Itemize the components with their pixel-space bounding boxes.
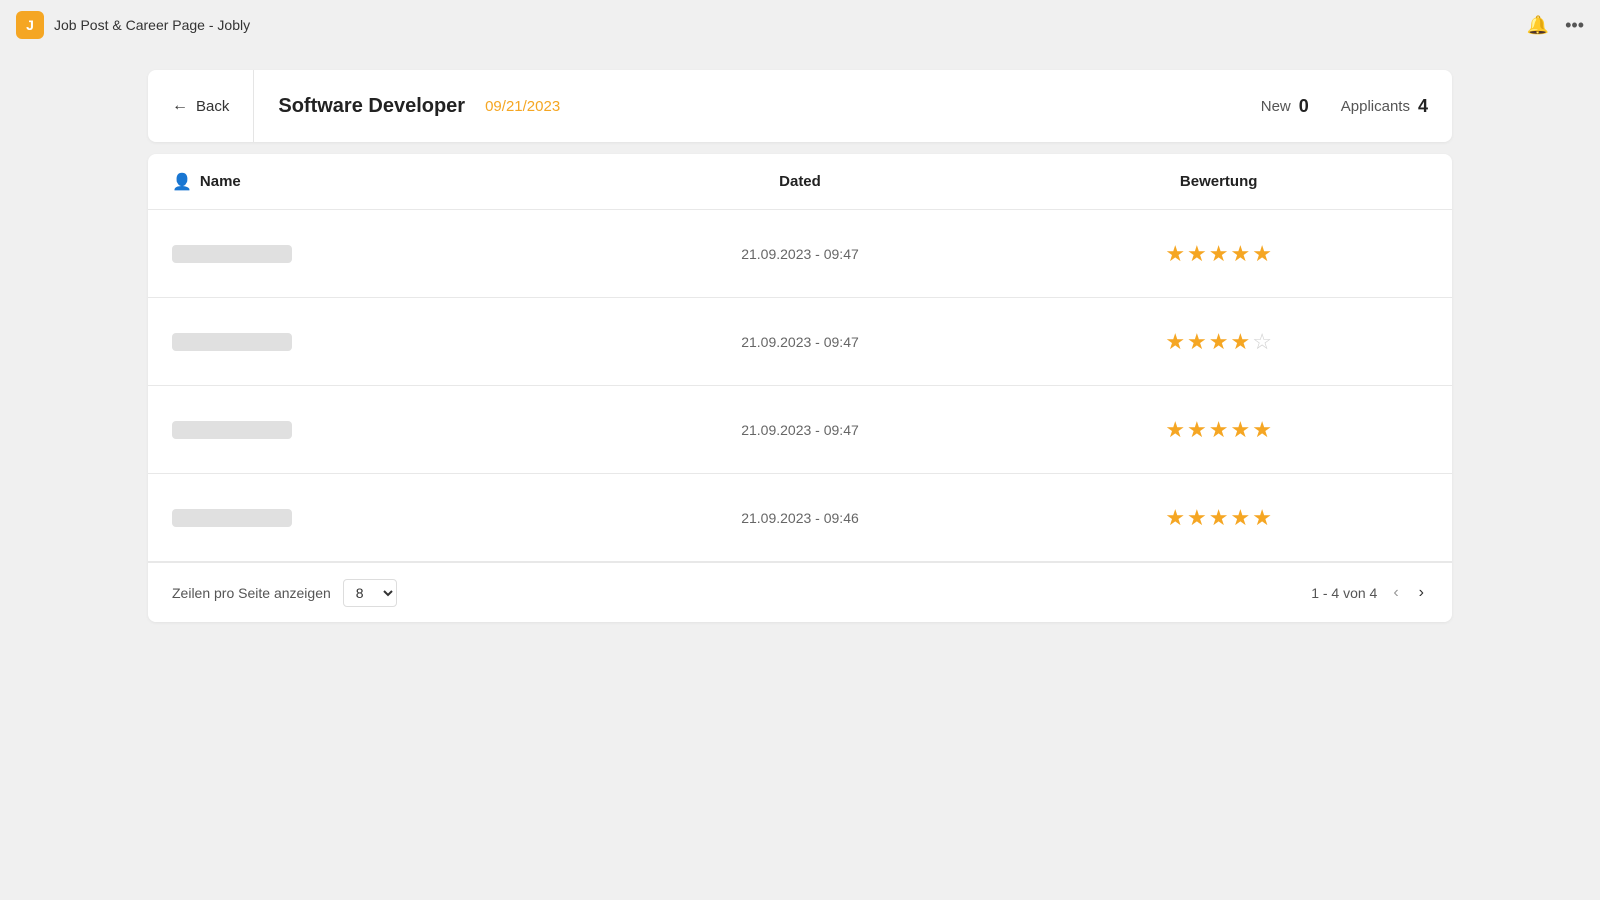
pagination-text: 1 - 4 von 4 — [1311, 585, 1377, 601]
name-cell — [172, 245, 591, 263]
prev-page-button[interactable]: ‹ — [1389, 580, 1402, 606]
star-5-empty: ☆ — [1252, 329, 1272, 355]
main-content: ← Back Software Developer 09/21/2023 New… — [0, 50, 1600, 642]
star-4: ★ — [1231, 241, 1251, 267]
star-4: ★ — [1231, 417, 1251, 443]
rows-per-page-label: Zeilen pro Seite anzeigen — [172, 585, 331, 601]
star-3: ★ — [1209, 329, 1229, 355]
star-1: ★ — [1165, 241, 1185, 267]
header-stats: New 0 Applicants 4 — [1261, 96, 1428, 117]
applicants-label: Applicants — [1341, 98, 1410, 115]
next-page-button[interactable]: › — [1415, 580, 1428, 606]
app-icon: J — [16, 11, 44, 39]
column-dated-label: Dated — [779, 173, 821, 190]
dated-cell: 21.09.2023 - 09:47 — [591, 246, 1010, 262]
star-2: ★ — [1187, 241, 1207, 267]
name-cell — [172, 333, 591, 351]
star-1: ★ — [1165, 329, 1185, 355]
stars-cell: ★ ★ ★ ★ ★ — [1009, 417, 1428, 443]
column-bewertung-label: Bewertung — [1180, 173, 1258, 190]
dated-cell: 21.09.2023 - 09:46 — [591, 510, 1010, 526]
column-name-label: Name — [200, 173, 241, 190]
table-row[interactable]: 21.09.2023 - 09:47 ★ ★ ★ ★ ☆ — [148, 298, 1452, 386]
back-arrow-icon: ← — [172, 97, 188, 115]
topbar: J Job Post & Career Page - Jobly 🔔 ••• — [0, 0, 1600, 50]
star-1: ★ — [1165, 505, 1185, 531]
table-footer: Zeilen pro Seite anzeigen 8 16 24 32 1 -… — [148, 562, 1452, 622]
name-placeholder — [172, 245, 292, 263]
stars-cell: ★ ★ ★ ★ ★ — [1009, 241, 1428, 267]
name-cell — [172, 421, 591, 439]
new-stat: New 0 — [1261, 96, 1309, 117]
dated-cell: 21.09.2023 - 09:47 — [591, 422, 1010, 438]
star-1: ★ — [1165, 417, 1185, 443]
star-3: ★ — [1209, 417, 1229, 443]
name-placeholder — [172, 421, 292, 439]
notification-icon[interactable]: 🔔 — [1527, 15, 1549, 36]
new-label: New — [1261, 98, 1291, 115]
star-5: ★ — [1252, 241, 1272, 267]
stars-cell: ★ ★ ★ ★ ☆ — [1009, 329, 1428, 355]
app-title: Job Post & Career Page - Jobly — [54, 17, 250, 33]
pagination: 1 - 4 von 4 ‹ › — [1311, 580, 1428, 606]
table-row[interactable]: 21.09.2023 - 09:46 ★ ★ ★ ★ ★ — [148, 474, 1452, 562]
new-count: 0 — [1299, 96, 1309, 117]
job-title: Software Developer — [278, 95, 465, 118]
applicants-stat: Applicants 4 — [1341, 96, 1428, 117]
topbar-actions: 🔔 ••• — [1527, 15, 1584, 36]
table-row[interactable]: 21.09.2023 - 09:47 ★ ★ ★ ★ ★ — [148, 210, 1452, 298]
column-header-bewertung: Bewertung — [1009, 173, 1428, 190]
star-4: ★ — [1231, 329, 1251, 355]
back-label: Back — [196, 98, 229, 115]
table-header: 👤 Name Dated Bewertung — [148, 154, 1452, 210]
star-5: ★ — [1252, 417, 1272, 443]
applicants-count: 4 — [1418, 96, 1428, 117]
name-placeholder — [172, 333, 292, 351]
star-3: ★ — [1209, 505, 1229, 531]
star-2: ★ — [1187, 505, 1207, 531]
dated-cell: 21.09.2023 - 09:47 — [591, 334, 1010, 350]
star-4: ★ — [1231, 505, 1251, 531]
rows-per-page-select[interactable]: 8 16 24 32 — [343, 579, 397, 607]
column-header-name: 👤 Name — [172, 172, 591, 192]
column-header-dated: Dated — [591, 173, 1010, 190]
table-card: 👤 Name Dated Bewertung 21.09.2023 - 09:4… — [148, 154, 1452, 622]
star-3: ★ — [1209, 241, 1229, 267]
job-date: 09/21/2023 — [485, 98, 560, 115]
star-5: ★ — [1252, 505, 1272, 531]
name-placeholder — [172, 509, 292, 527]
back-button[interactable]: ← Back — [172, 70, 254, 142]
name-cell — [172, 509, 591, 527]
person-icon: 👤 — [172, 172, 192, 192]
star-2: ★ — [1187, 329, 1207, 355]
more-icon[interactable]: ••• — [1565, 15, 1584, 36]
table-row[interactable]: 21.09.2023 - 09:47 ★ ★ ★ ★ ★ — [148, 386, 1452, 474]
stars-cell: ★ ★ ★ ★ ★ — [1009, 505, 1428, 531]
rows-per-page-control: Zeilen pro Seite anzeigen 8 16 24 32 — [172, 579, 397, 607]
star-2: ★ — [1187, 417, 1207, 443]
header-card: ← Back Software Developer 09/21/2023 New… — [148, 70, 1452, 142]
